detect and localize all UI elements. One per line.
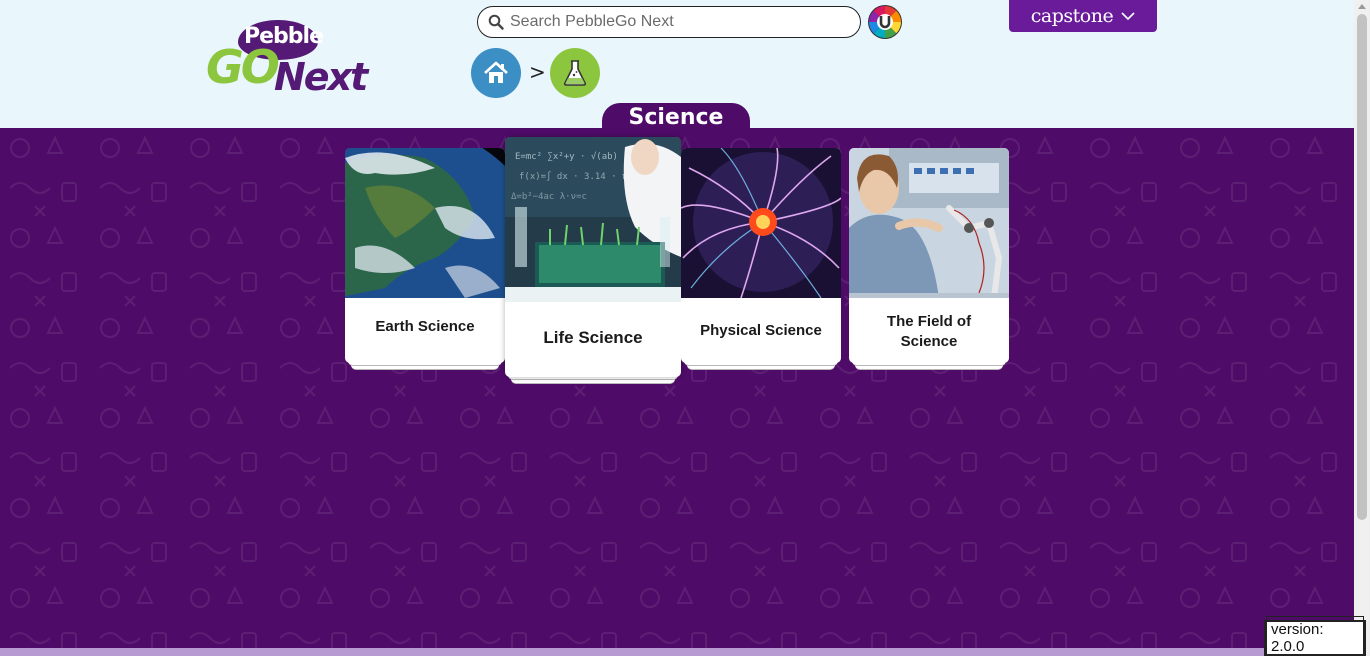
vertical-scrollbar[interactable] — [1354, 0, 1370, 656]
version-badge: version: 2.0.0 — [1264, 616, 1366, 656]
flask-icon — [563, 60, 587, 86]
section-title-tab: Science — [602, 103, 750, 130]
topic-card-field-of-science[interactable]: The Field of Science — [849, 148, 1009, 363]
breadcrumb-science-button[interactable] — [550, 48, 600, 98]
capstone-menu-button[interactable]: capstone — [1009, 0, 1157, 32]
earth-science-image — [345, 148, 505, 298]
search-icon — [488, 14, 504, 30]
chevron-down-icon — [1121, 12, 1135, 21]
topic-card-physical-science[interactable]: Physical Science — [681, 148, 841, 363]
breadcrumb-home-button[interactable] — [471, 48, 521, 98]
svg-text:Δ=b²−4ac λ·ν=c: Δ=b²−4ac λ·ν=c — [511, 192, 587, 202]
capstone-label: capstone — [1030, 5, 1114, 27]
field-of-science-image — [849, 148, 1009, 298]
topic-card-life-science[interactable]: E=mc² ∑x²+y · √(ab) f(x)=∫ dx · 3.14 · π… — [505, 137, 681, 377]
search-box[interactable] — [477, 6, 861, 38]
life-science-image: E=mc² ∑x²+y · √(ab) f(x)=∫ dx · 3.14 · π… — [505, 137, 681, 302]
physical-science-image — [681, 148, 841, 298]
topic-card-earth-science[interactable]: Earth Science — [345, 148, 505, 363]
svg-text:f(x)=∫ dx · 3.14 · π: f(x)=∫ dx · 3.14 · π — [519, 171, 628, 182]
card-label: Physical Science — [700, 322, 822, 339]
scroll-up-arrow-icon[interactable] — [1358, 4, 1366, 9]
version-text: version: 2.0.0 — [1266, 616, 1364, 656]
scroll-thumb[interactable] — [1357, 14, 1367, 520]
logo-go-text: GO — [206, 40, 280, 94]
breadcrumb-separator: > — [529, 60, 546, 84]
footer-strip — [0, 648, 1354, 656]
search-input[interactable] — [510, 13, 840, 31]
card-label: The Field of Science — [886, 313, 972, 350]
card-label: Earth Science — [375, 318, 475, 335]
card-label: Life Science — [543, 328, 643, 347]
svg-text:E=mc² ∑x²+y · √(ab): E=mc² ∑x²+y · √(ab) — [515, 151, 618, 162]
home-icon — [484, 61, 508, 83]
pebblego-next-logo[interactable]: Pebble GO Next — [206, 18, 390, 100]
logo-next-text: Next — [274, 55, 368, 99]
color-wheel-icon[interactable] — [867, 4, 903, 40]
